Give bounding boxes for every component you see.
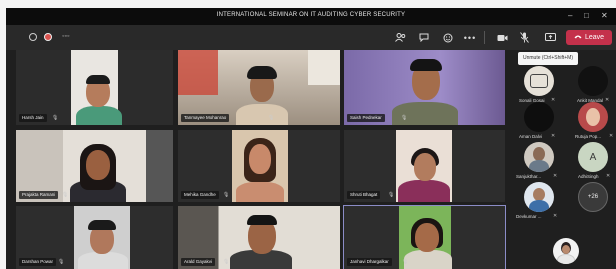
minimize-icon[interactable]: – <box>568 11 572 21</box>
video-tile[interactable]: Mehika Gandhe 🎙 <box>178 130 340 202</box>
chat-icon[interactable] <box>418 32 430 43</box>
leave-button[interactable]: Leave <box>566 30 612 45</box>
participant-name: Devkumar ... <box>516 214 542 219</box>
more-participants-button[interactable]: +26 <box>578 182 608 212</box>
participant-sidebar: Sonali Gosai ✕ Ankit Mandal ✕ Aman Dalvi… <box>511 50 616 269</box>
self-view-avatar[interactable] <box>553 238 579 264</box>
participant-name: Harsh Jain <box>19 114 47 122</box>
unmute-tooltip: Unmute (Ctrl+Shift+M) <box>518 52 579 65</box>
mic-icon: 🎙 <box>388 192 395 198</box>
camera-icon[interactable] <box>496 32 508 43</box>
video-tile[interactable]: Darshan Powar 🎙 <box>16 206 173 269</box>
meeting-window: INTERNATIONAL SEMINAR ON IT AUDITING CYB… <box>6 8 616 269</box>
mic-icon: 🎙 <box>268 115 275 121</box>
participant-avatar[interactable] <box>578 66 608 96</box>
participant-name: Aman Dalvi <box>519 134 543 139</box>
recording-icon <box>44 33 52 41</box>
mic-off-icon: ✕ <box>553 213 558 219</box>
participant-name: Saish Pednekar <box>347 114 385 122</box>
toolbar-divider <box>484 31 485 44</box>
participant-name: Tanmayee Mohanrao <box>181 114 230 122</box>
meeting-toolbar: ◦◦◦ ••• Leave <box>6 25 616 50</box>
mic-off-icon: ✕ <box>553 173 558 179</box>
meeting-title: INTERNATIONAL SEMINAR ON IT AUDITING CYB… <box>216 12 406 18</box>
close-icon[interactable]: ✕ <box>601 11 608 21</box>
mic-off-icon: ✕ <box>606 173 611 179</box>
participant-avatar[interactable] <box>524 182 554 212</box>
participant-name: Arald Gayakvi <box>181 258 216 266</box>
video-tile-active-speaker[interactable]: Janhavi Dhargalkar 🎙 <box>343 205 506 269</box>
mic-icon: 🎙 <box>62 192 69 198</box>
video-tile[interactable]: Shruti Bhagat 🎙 <box>344 130 505 202</box>
more-options-icon[interactable]: ••• <box>464 32 476 43</box>
shield-icon[interactable] <box>29 33 37 41</box>
reactions-icon[interactable] <box>442 32 454 43</box>
participant-avatar[interactable] <box>524 102 554 132</box>
people-icon[interactable] <box>394 32 406 43</box>
participant-avatar[interactable] <box>524 142 554 172</box>
video-tile[interactable]: Arald Gayakvi 🎙 <box>178 206 340 269</box>
participant-name: Sanjukthar... <box>516 174 542 179</box>
video-tile[interactable]: Prajakta Ramani 🎙 <box>16 130 173 202</box>
mic-off-icon: ✕ <box>551 133 556 139</box>
participant-name: Rutuja Pop... <box>575 134 602 139</box>
mic-icon: 🎙 <box>402 259 409 265</box>
participant-name: Janhavi Dhargalkar <box>347 258 392 266</box>
participant-name: Mehika Gandhe <box>181 191 219 199</box>
meeting-timer: ◦◦◦ <box>62 33 70 40</box>
participant-avatar[interactable] <box>578 102 608 132</box>
mic-icon: 🎙 <box>58 259 65 265</box>
phone-hangup-icon <box>574 34 582 41</box>
participant-name: AdhiSingh <box>578 174 599 179</box>
mic-icon: 🎙 <box>223 192 230 198</box>
participant-name: Darshan Powar <box>19 258 57 266</box>
microphone-off-icon[interactable] <box>518 32 530 43</box>
participant-name: Prajakta Ramani <box>19 191 59 199</box>
participant-avatar-initials[interactable]: A <box>578 142 608 172</box>
mic-icon: 🎙 <box>52 115 59 121</box>
mic-icon: 🎙 <box>401 115 408 121</box>
participant-name: Shruti Bhagat <box>347 191 381 199</box>
share-screen-icon[interactable] <box>544 32 556 43</box>
video-tile[interactable]: Saish Pednekar 🎙 <box>344 50 505 125</box>
participant-avatar[interactable] <box>524 66 554 96</box>
mic-off-icon: ✕ <box>551 97 556 103</box>
maximize-icon[interactable]: □ <box>584 11 589 21</box>
leave-label: Leave <box>584 34 605 41</box>
video-tile[interactable]: Tanmayee Mohanrao 🎙 <box>178 50 340 125</box>
mic-off-icon: ✕ <box>605 97 610 103</box>
title-bar: INTERNATIONAL SEMINAR ON IT AUDITING CYB… <box>6 8 616 25</box>
video-tile[interactable]: Harsh Jain 🎙 <box>16 50 173 125</box>
mic-icon: 🎙 <box>223 259 230 265</box>
mic-off-icon: ✕ <box>609 133 614 139</box>
